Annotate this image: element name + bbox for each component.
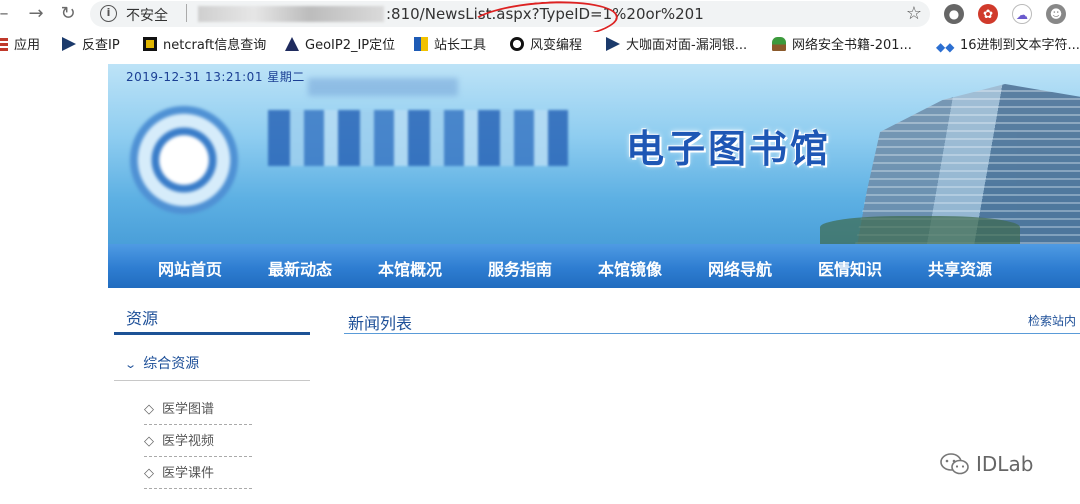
info-icon[interactable]: i (100, 5, 117, 22)
diamond-bullet-icon: ◇ (144, 402, 154, 417)
news-list-heading: 新闻列表 (348, 314, 413, 333)
star-icon[interactable]: ☆ (906, 3, 922, 24)
cloud-icon[interactable]: ☁ (1012, 4, 1032, 24)
extension-icon[interactable]: ✿ (978, 4, 998, 24)
bookmark-label: 大咖面对面-漏洞银... (626, 38, 748, 53)
apps-grid-icon (0, 37, 8, 51)
nav-home[interactable]: 网站首页 (158, 256, 222, 280)
nav-about[interactable]: 本馆概况 (378, 256, 442, 280)
watermark-text: IDLab (976, 452, 1034, 476)
security-label: 不安全 (126, 8, 168, 24)
site-date: 2019-12-31 13:21:01 星期二 (126, 70, 305, 84)
site-title: 电子图书馆 (626, 126, 832, 171)
bookmark-icon (62, 37, 76, 51)
bookmark-label: netcraft信息查询 (163, 38, 267, 53)
bookmark-label: 应用 (14, 38, 41, 53)
toolbox-icon (414, 37, 428, 51)
redacted-site-name (268, 110, 568, 166)
sidebar-title: 资源 (126, 309, 159, 328)
nav-links[interactable]: 网络导航 (708, 256, 772, 280)
redacted-host (198, 6, 384, 22)
netcraft-icon (143, 37, 157, 51)
nav-service[interactable]: 服务指南 (488, 256, 552, 280)
nav-news[interactable]: 最新动态 (268, 256, 332, 280)
site-banner: 2019-12-31 13:21:01 星期二 电子图书馆 (108, 64, 1080, 244)
sidebar-link[interactable]: ◇ 医学课件 (144, 462, 252, 489)
hospital-emblem-icon (130, 106, 238, 214)
bookmark-item[interactable]: netcraft信息查询 (143, 37, 266, 55)
bookmark-label: 网络安全书籍-201... (792, 38, 912, 53)
diamond-bullet-icon: ◇ (144, 466, 154, 481)
nav-shared-resources[interactable]: 共享资源 (928, 256, 992, 280)
sidebar-link[interactable]: ◇ 医学视频 (144, 430, 252, 457)
wechat-icon (940, 453, 969, 475)
website: 2019-12-31 13:21:01 星期二 电子图书馆 网站首页 最新动态 … (108, 64, 1080, 504)
main-navigation: 网站首页 最新动态 本馆概况 服务指南 本馆镜像 网络导航 医情知识 共享资源 (108, 244, 1080, 288)
redacted-subtitle (308, 78, 458, 96)
sidebar: 资源 ⌄ 综合资源 ◇ 医学图谱 ◇ 医学视频 ◇ 医学课件 (108, 288, 310, 504)
sidebar-category[interactable]: ⌄ 综合资源 (124, 353, 200, 373)
bookmark-item[interactable]: 站长工具 (414, 37, 486, 55)
profile-icon[interactable]: ☻ (1046, 4, 1066, 24)
nav-mirror[interactable]: 本馆镜像 (598, 256, 662, 280)
sidebar-link[interactable]: ◇ 医学图谱 (144, 398, 252, 425)
sidebar-link-label: 医学视频 (162, 434, 215, 449)
bookmark-item[interactable]: 网络安全书籍-201... (772, 37, 912, 55)
panda-icon (510, 37, 524, 51)
bookmark-label: 风变编程 (530, 38, 583, 53)
bookmarks-bar: 应用 反查IP netcraft信息查询 GeoIP2_IP定位 站长工具 风变… (0, 32, 1080, 60)
sidebar-category-label: 综合资源 (143, 356, 200, 372)
site-search-link[interactable]: 检索站内 (1028, 312, 1076, 329)
plant-icon (772, 37, 786, 51)
forward-arrow-icon[interactable]: → (24, 2, 48, 26)
chevron-down-icon: ⌄ (124, 358, 138, 371)
bookmark-item[interactable]: ◆◆ 16进制到文本字符... (936, 37, 1080, 55)
diamond-bullet-icon: ◇ (144, 434, 154, 449)
content-divider (344, 333, 1080, 334)
bookmark-label: 站长工具 (434, 38, 487, 53)
code-icon: ◆◆ (936, 40, 955, 54)
geoip-icon (285, 37, 299, 51)
bookmark-label: 16进制到文本字符... (960, 38, 1080, 53)
nav-medical-knowledge[interactable]: 医情知识 (818, 256, 882, 280)
bookmark-item[interactable]: 风变编程 (510, 37, 582, 55)
extension-icon[interactable]: ● (944, 4, 964, 24)
separator (186, 4, 187, 22)
browser-toolbar: – → ↻ i 不安全 :810/NewsList.aspx?TypeID=1%… (0, 0, 1080, 48)
bookmark-label: GeoIP2_IP定位 (305, 38, 396, 53)
sidebar-link-label: 医学图谱 (162, 402, 215, 417)
bookmark-item[interactable]: GeoIP2_IP定位 (285, 37, 395, 55)
watermark: IDLab (940, 452, 1033, 476)
bookmark-item[interactable]: 反查IP (62, 37, 120, 55)
trees-image (820, 216, 1020, 244)
sidebar-divider (114, 332, 310, 335)
sidebar-link-label: 医学课件 (162, 466, 215, 481)
bookmark-label: 反查IP (82, 38, 120, 53)
bookmark-item[interactable]: 大咖面对面-漏洞银... (606, 37, 747, 55)
sidebar-divider (114, 380, 310, 381)
back-arrow-icon[interactable]: – (0, 2, 16, 26)
reload-icon[interactable]: ↻ (56, 2, 80, 26)
bookmark-apps[interactable]: 应用 (0, 37, 40, 55)
bookmark-icon (606, 37, 620, 51)
